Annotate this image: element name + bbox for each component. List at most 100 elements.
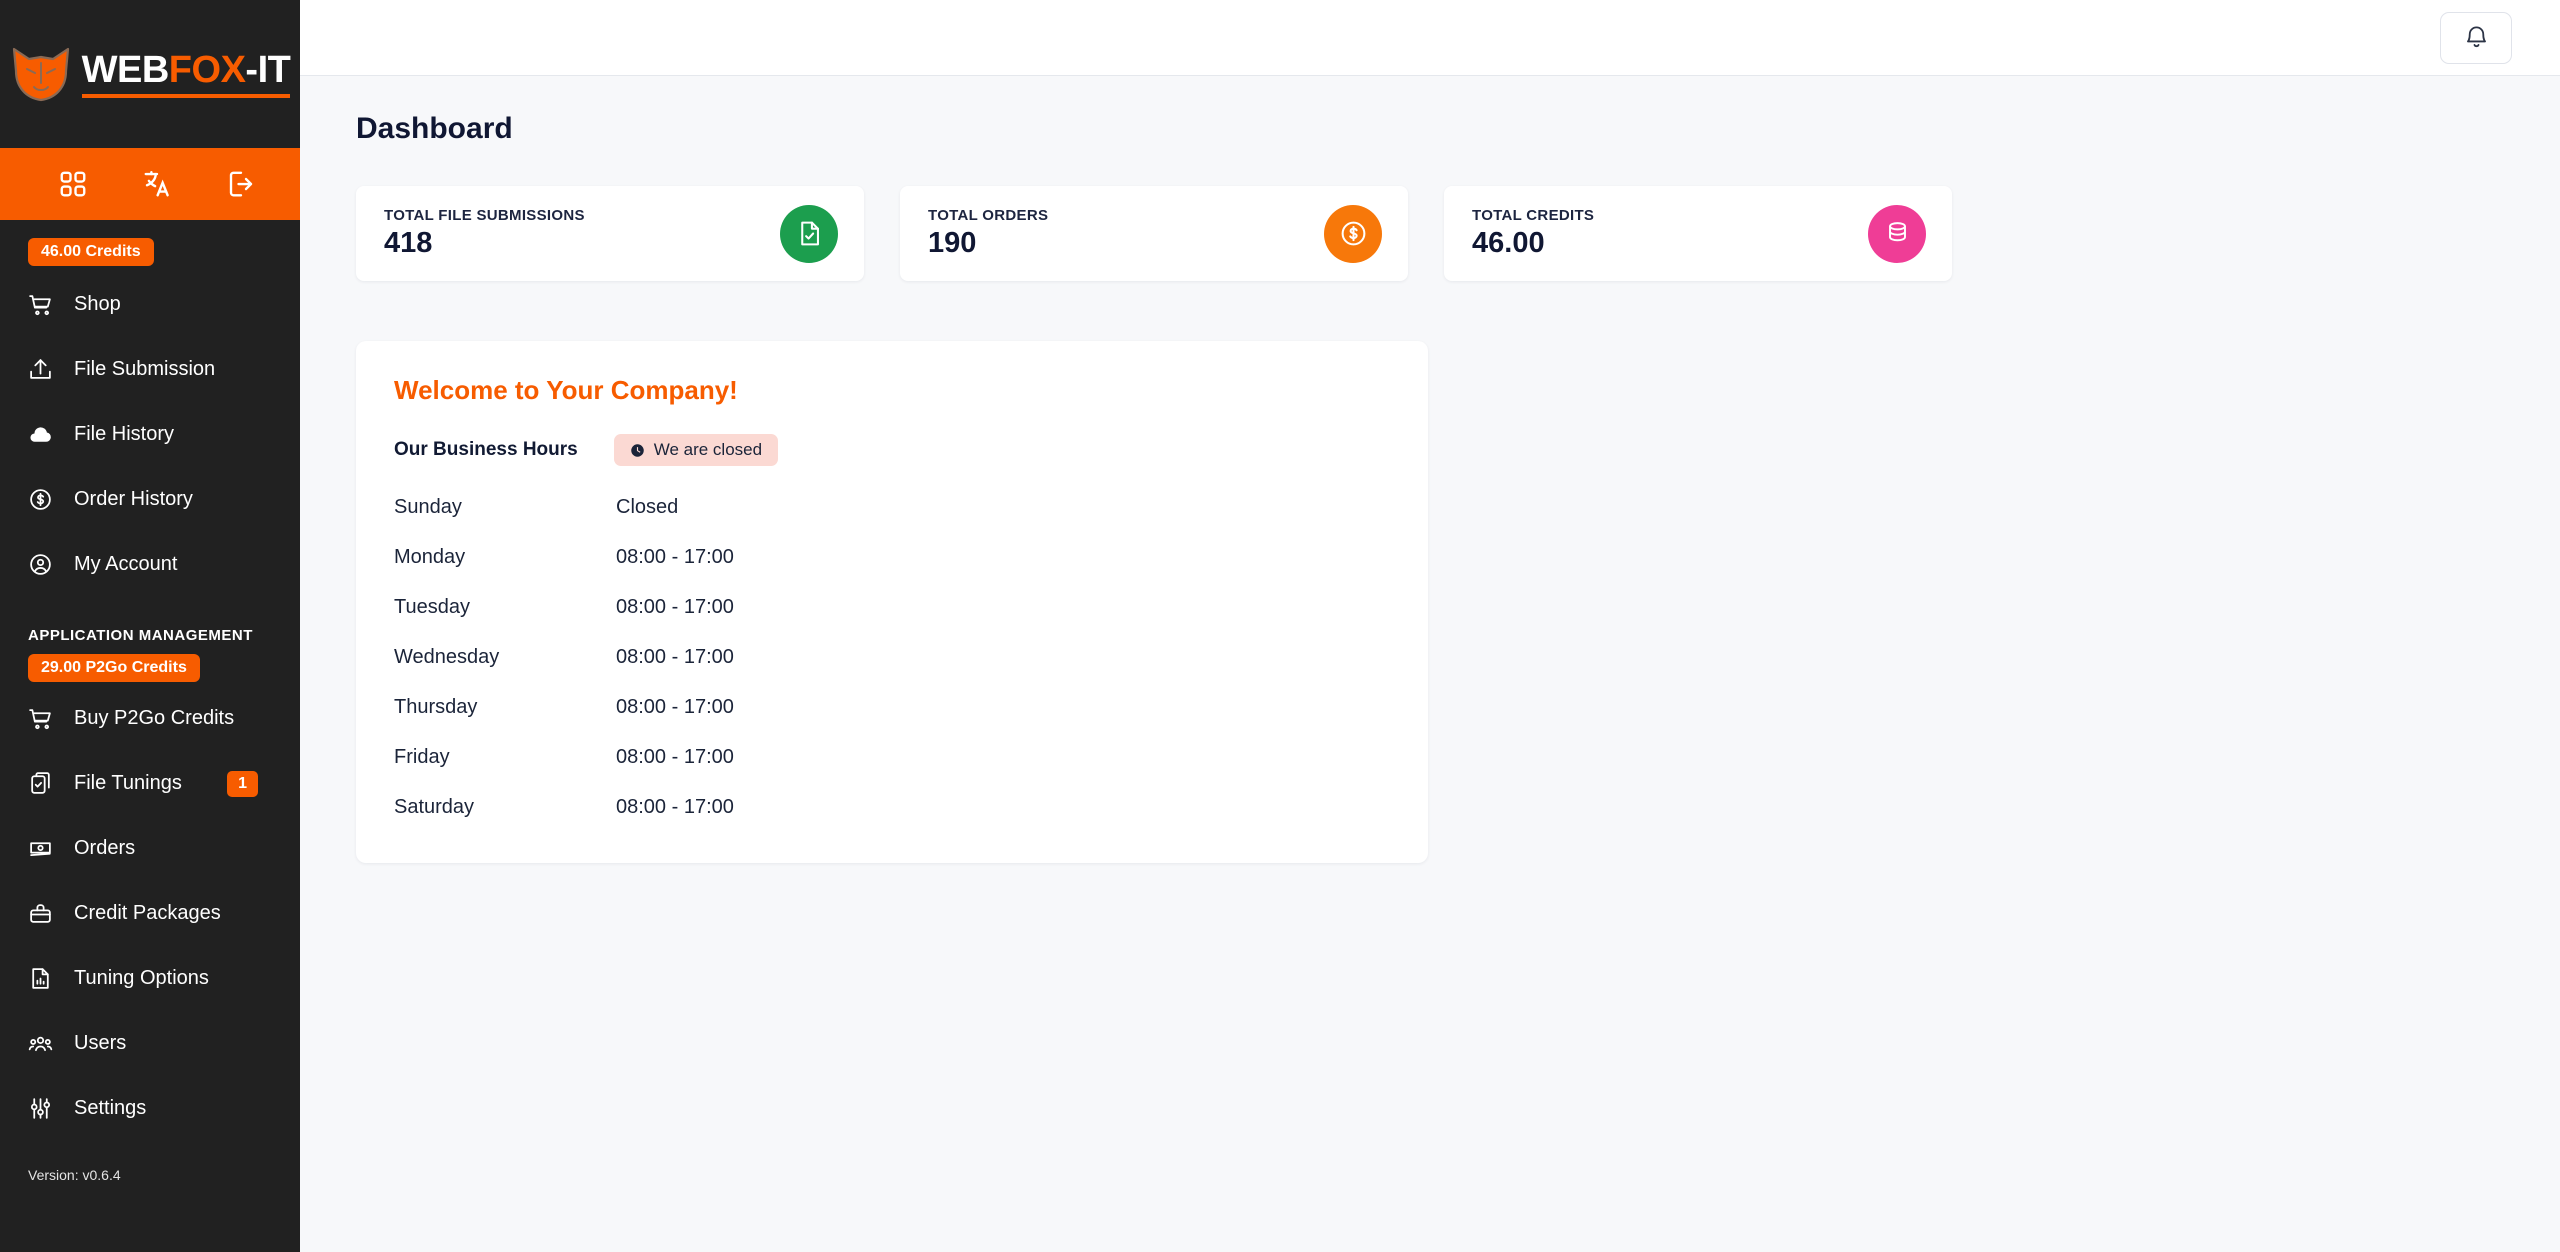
app-root: WEBFOX-IT 46.00 Credits Shop File Submis… (0, 0, 2560, 1252)
table-row: Thursday 08:00 - 17:00 (394, 696, 1390, 746)
hours-time: 08:00 - 17:00 (616, 646, 734, 668)
logo-wordmark: WEBFOX-IT (82, 51, 291, 89)
sidebar-item-credit-packages[interactable]: Credit Packages (0, 881, 300, 946)
sidebar-item-file-submission[interactable]: File Submission (0, 337, 300, 402)
sidebar-item-label: File History (74, 423, 175, 445)
shopping-cart-icon (28, 706, 58, 731)
logo-fox: FOX (168, 48, 246, 91)
stat-text: TOTAL ORDERS 190 (928, 207, 1048, 260)
sidebar-item-buy-p2go-credits[interactable]: Buy P2Go Credits (0, 686, 300, 751)
open-status-badge: We are closed (613, 434, 779, 466)
welcome-title: Welcome to Your Company! (394, 375, 738, 405)
stat-card-credits: TOTAL CREDITS 46.00 (1444, 186, 1952, 281)
sidebar-item-file-history[interactable]: File History (0, 402, 300, 467)
stat-text: TOTAL CREDITS 46.00 (1472, 207, 1594, 260)
stat-value: 46.00 (1472, 227, 1545, 260)
credits-badge-wrap: 46.00 Credits (0, 220, 300, 272)
sidebar-item-settings[interactable]: Settings (0, 1076, 300, 1141)
logo-web: WEB (81, 48, 170, 91)
hours-day: Saturday (394, 796, 475, 818)
sidebar-item-file-tunings[interactable]: File Tunings 1 (0, 751, 300, 816)
hours-day: Thursday (394, 696, 478, 718)
banknote-icon (28, 836, 58, 861)
welcome-card: Welcome to Your Company! Our Business Ho… (356, 341, 1428, 863)
sidebar-item-label: Buy P2Go Credits (74, 707, 235, 729)
sidebar-item-label: Settings (74, 1097, 147, 1119)
coins-stack-icon (1868, 204, 1926, 263)
hours-day: Friday (394, 746, 450, 768)
sidebar-item-label: My Account (74, 553, 178, 575)
main-area: Dashboard TOTAL FILE SUBMISSIONS 418 TOT… (300, 0, 2560, 1252)
hours-time: 08:00 - 17:00 (616, 796, 734, 818)
table-row: Sunday Closed (394, 496, 1390, 546)
sidebar-item-tuning-options[interactable]: Tuning Options (0, 946, 300, 1011)
stat-label: TOTAL CREDITS (1472, 207, 1595, 225)
hours-time: 08:00 - 17:00 (616, 596, 734, 618)
document-check-icon (780, 204, 838, 263)
translate-icon[interactable] (140, 167, 174, 201)
file-chart-icon (28, 966, 58, 991)
topbar (300, 0, 2560, 76)
stat-label: TOTAL FILE SUBMISSIONS (384, 207, 585, 225)
notifications-button[interactable] (2440, 11, 2512, 64)
sidebar-item-label: Credit Packages (74, 902, 221, 924)
admin-nav: Buy P2Go Credits File Tunings 1 Orders C… (0, 686, 300, 1141)
stats-row: TOTAL FILE SUBMISSIONS 418 TOTAL ORDERS … (356, 186, 2504, 281)
stat-text: TOTAL FILE SUBMISSIONS 418 (384, 207, 585, 260)
sidebar-section-title: APPLICATION MANAGEMENT (28, 627, 253, 644)
hours-time: Closed (616, 496, 679, 518)
business-hours-table: Sunday Closed Monday 08:00 - 17:00 Tuesd… (394, 496, 1390, 819)
stat-value: 190 (928, 227, 977, 260)
sidebar-item-label: Users (74, 1032, 127, 1054)
sidebar: WEBFOX-IT 46.00 Credits Shop File Submis… (0, 0, 300, 1252)
apps-grid-icon[interactable] (56, 167, 90, 201)
credits-badge[interactable]: 46.00 Credits (28, 238, 154, 266)
sliders-icon (28, 1096, 58, 1121)
primary-nav: Shop File Submission File History Order … (0, 272, 300, 597)
user-circle-icon (28, 552, 58, 577)
clock-icon (630, 443, 644, 457)
hours-day: Tuesday (394, 596, 470, 618)
upload-icon (28, 357, 58, 382)
fox-head-icon (12, 47, 69, 102)
page-title: Dashboard (356, 112, 513, 145)
sidebar-icon-bar (0, 148, 300, 220)
dollar-circle-icon (28, 487, 58, 512)
sidebar-item-my-account[interactable]: My Account (0, 532, 300, 597)
sidebar-item-label: Order History (74, 488, 193, 510)
sidebar-item-label: File Tunings (74, 772, 182, 794)
sidebar-item-label: Tuning Options (74, 967, 209, 989)
table-row: Tuesday 08:00 - 17:00 (394, 596, 1390, 646)
open-status-text: We are closed (653, 440, 763, 459)
business-hours-label: Our Business Hours (394, 439, 578, 460)
sidebar-item-shop[interactable]: Shop (0, 272, 300, 337)
hours-time: 08:00 - 17:00 (616, 546, 734, 568)
app-version: Version: v0.6.4 (28, 1167, 121, 1183)
logo-area[interactable]: WEBFOX-IT (0, 0, 300, 148)
stat-card-file-submissions: TOTAL FILE SUBMISSIONS 418 (356, 186, 864, 281)
bell-icon (2466, 26, 2486, 48)
shopping-cart-icon (28, 292, 58, 317)
table-row: Saturday 08:00 - 17:00 (394, 796, 1390, 819)
hours-day: Wednesday (394, 646, 500, 668)
sidebar-item-order-history[interactable]: Order History (0, 467, 300, 532)
sidebar-item-label: Shop (74, 293, 121, 315)
users-group-icon (28, 1031, 58, 1056)
stat-value: 418 (384, 227, 433, 260)
status-badge: 1 (227, 770, 258, 797)
logout-icon[interactable] (224, 167, 258, 201)
page-content: Dashboard TOTAL FILE SUBMISSIONS 418 TOT… (300, 76, 2560, 1252)
hours-time: 08:00 - 17:00 (616, 696, 734, 718)
p2go-credits-badge-wrap: 29.00 P2Go Credits (0, 652, 300, 686)
logo-underline (81, 93, 291, 98)
sidebar-item-users[interactable]: Users (0, 1011, 300, 1076)
business-hours-header: Our Business Hours We are closed (394, 434, 1390, 466)
sidebar-item-label: Orders (74, 837, 136, 859)
logo-it: -IT (245, 48, 291, 91)
hours-day: Sunday (394, 496, 462, 518)
p2go-credits-badge[interactable]: 29.00 P2Go Credits (28, 654, 200, 682)
hours-day: Monday (394, 546, 466, 568)
brand-logo[interactable]: WEBFOX-IT (10, 45, 291, 103)
hours-time: 08:00 - 17:00 (616, 746, 734, 768)
sidebar-item-orders[interactable]: Orders (0, 816, 300, 881)
